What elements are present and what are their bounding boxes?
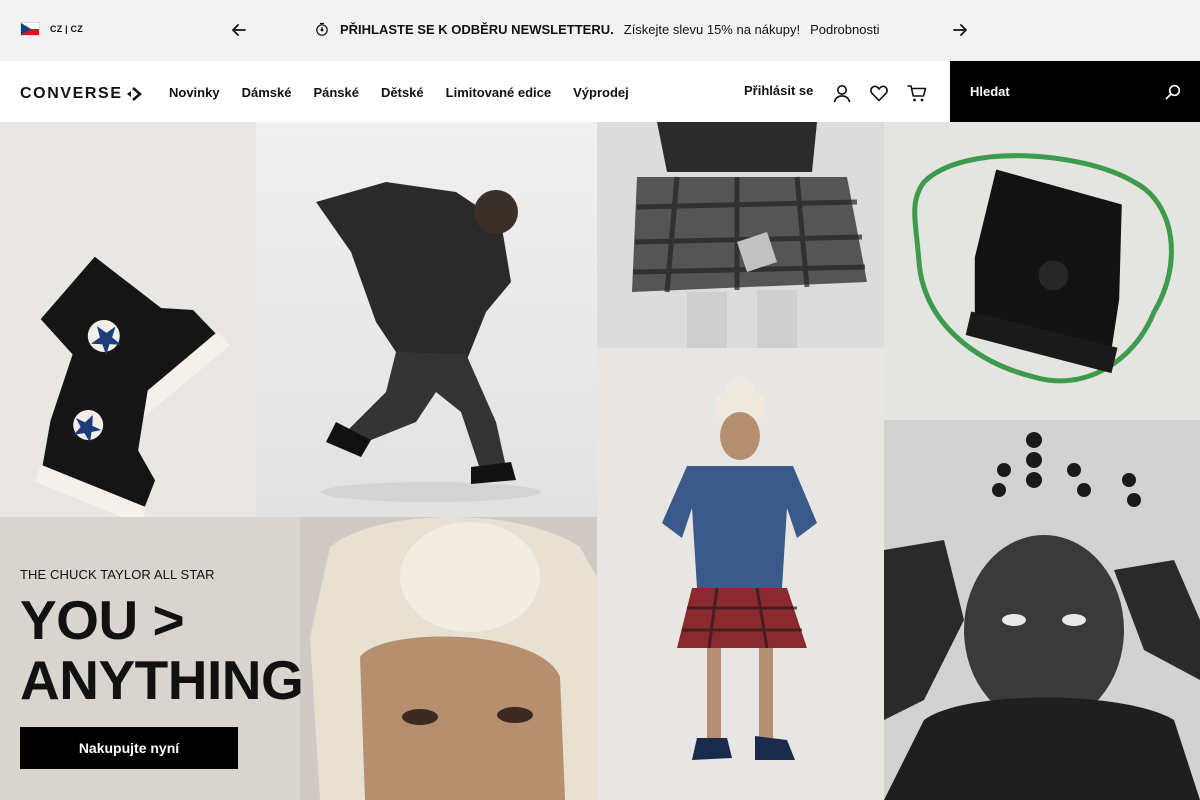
cart-icon[interactable] xyxy=(906,82,928,104)
search-label: Hledat xyxy=(970,84,1010,99)
signin-link[interactable]: Přihlásit se xyxy=(744,83,813,98)
locale-label: CZ | CZ xyxy=(50,24,83,34)
promo-bar: CZ | CZ PŘIHLASTE SE K ODBĚRU NEWSLETTER… xyxy=(0,0,1200,61)
shop-now-button[interactable]: Nakupujte nyní xyxy=(20,727,238,769)
dancer-illustration xyxy=(256,122,597,517)
nav-novinky[interactable]: Novinky xyxy=(169,85,220,100)
main-nav: Novinky Dámské Pánské Dětské Limitované … xyxy=(169,85,629,100)
photo-black-sneaker-loop[interactable] xyxy=(884,122,1200,420)
photo-model-beanie-plaid[interactable] xyxy=(597,348,884,800)
user-icon[interactable] xyxy=(831,82,853,104)
timer-icon xyxy=(316,22,328,36)
model-illustration xyxy=(597,348,884,800)
nav-detske[interactable]: Dětské xyxy=(381,85,424,100)
promo-message: PŘIHLASTE SE K ODBĚRU NEWSLETTERU. Získe… xyxy=(314,21,879,37)
nav-vyprodej[interactable]: Výprodej xyxy=(573,85,629,100)
hero-title: YOU > ANYTHING xyxy=(20,589,304,711)
site-header: CONVERSE Novinky Dámské Pánské Dětské Li… xyxy=(0,61,1200,122)
nav-limitovane-edice[interactable]: Limitované edice xyxy=(446,85,551,100)
converse-logo[interactable]: CONVERSE xyxy=(20,85,143,103)
arrow-right-icon[interactable] xyxy=(950,20,970,40)
hero-title-line2: ANYTHING xyxy=(20,649,304,711)
nav-panske[interactable]: Pánské xyxy=(313,85,359,100)
nav-damske[interactable]: Dámské xyxy=(242,85,292,100)
black-sneaker-illustration xyxy=(884,122,1200,420)
photo-sneakers-pair[interactable] xyxy=(0,122,256,517)
chevron-star-logo-icon xyxy=(126,87,142,101)
arrow-left-icon[interactable] xyxy=(229,20,249,40)
heart-icon[interactable] xyxy=(868,82,890,104)
search-field[interactable]: Hledat xyxy=(950,61,1200,122)
photo-plaid-skirt[interactable] xyxy=(597,122,884,348)
czech-flag-icon xyxy=(20,22,40,36)
photo-dancer[interactable] xyxy=(256,122,597,517)
promo-headline: PŘIHLASTE SE K ODBĚRU NEWSLETTERU. xyxy=(340,21,614,37)
plaid-skirt-illustration xyxy=(597,122,884,348)
promo-details-link[interactable]: Podrobnosti xyxy=(810,22,879,37)
portrait-illustration xyxy=(884,420,1200,800)
promo-text: Získejte slevu 15% na nákupy! xyxy=(623,21,801,37)
locale-selector[interactable]: CZ | CZ xyxy=(20,22,83,36)
search-icon[interactable] xyxy=(1164,83,1182,101)
hero-eyebrow: THE CHUCK TAYLOR ALL STAR xyxy=(20,567,215,582)
hero-title-line1: YOU > xyxy=(20,589,185,651)
logo-text: CONVERSE xyxy=(20,85,123,102)
photo-portrait-braids[interactable] xyxy=(884,420,1200,800)
sneakers-illustration xyxy=(0,122,256,517)
